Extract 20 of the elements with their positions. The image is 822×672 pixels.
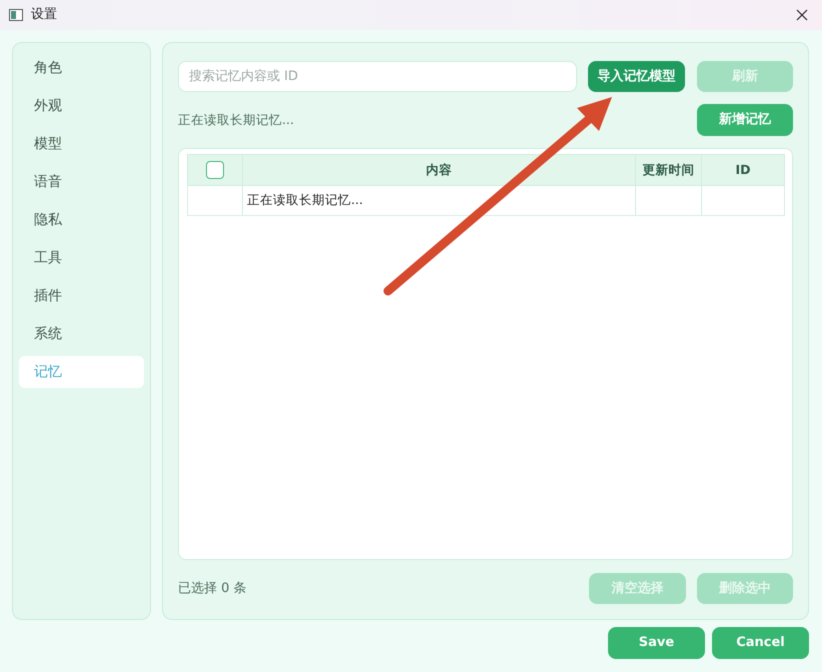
status-text: 正在读取长期记忆... <box>178 110 294 129</box>
sidebar-item[interactable]: 语音 <box>19 166 144 198</box>
select-all-checkbox[interactable] <box>206 161 224 179</box>
close-icon[interactable] <box>796 9 808 21</box>
sidebar-item[interactable]: 隐私 <box>19 204 144 236</box>
sidebar-item[interactable]: 模型 <box>19 128 144 160</box>
sidebar-item[interactable]: 插件 <box>19 280 144 312</box>
toolbar-button[interactable]: 导入记忆模型 <box>588 61 685 92</box>
sidebar-item[interactable]: 外观 <box>19 90 144 122</box>
sidebar-item[interactable]: 角色 <box>19 52 144 84</box>
column-header: ID <box>734 160 752 179</box>
window-icon <box>9 9 23 21</box>
sidebar-item[interactable]: 工具 <box>19 242 144 274</box>
column-header: 更新时间 <box>636 155 702 185</box>
selection-count: 已选择 0 条 <box>178 580 247 598</box>
table-cell: 正在读取长期记忆... <box>243 186 636 215</box>
search-field[interactable]: 搜索记忆内容或 ID <box>178 61 577 92</box>
sidebar-item[interactable]: 系统 <box>19 318 144 350</box>
window-title: 设置 <box>31 6 57 24</box>
column-header: 内容 <box>243 155 636 185</box>
